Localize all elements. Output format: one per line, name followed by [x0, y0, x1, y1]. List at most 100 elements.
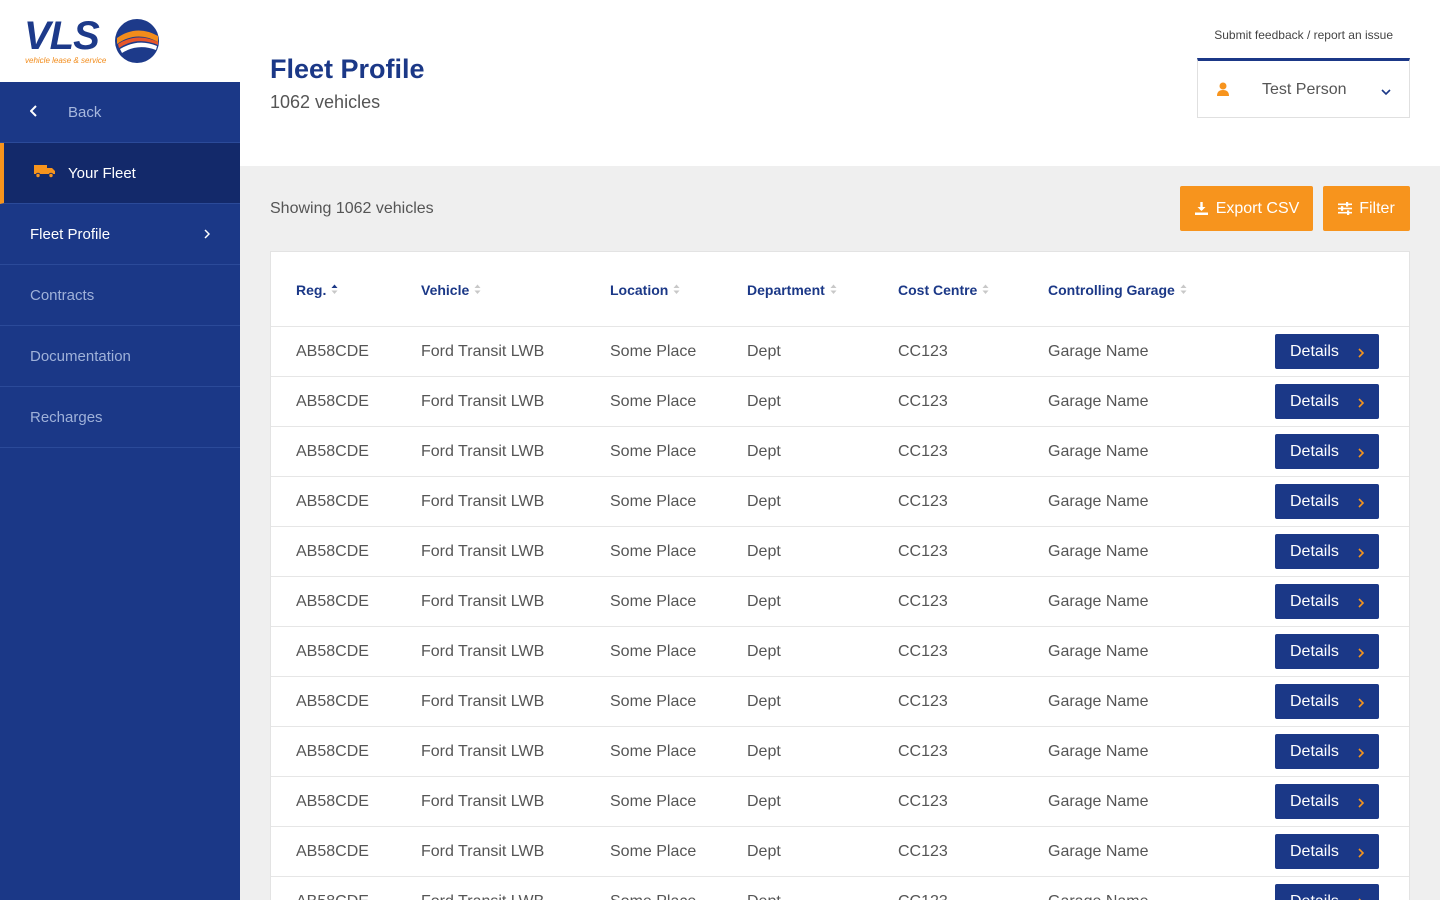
details-label: Details: [1290, 792, 1339, 810]
cell-cost-centre: CC123: [898, 493, 948, 510]
details-button[interactable]: Details: [1275, 484, 1379, 519]
sidebar-item-back[interactable]: Back: [0, 82, 240, 143]
details-button[interactable]: Details: [1275, 684, 1379, 719]
cell-controlling-garage: Garage Name: [1048, 443, 1149, 460]
cell-cost-centre: CC123: [898, 693, 948, 710]
user-menu[interactable]: Test Person: [1197, 58, 1410, 118]
vehicle-count: 1062 vehicles: [270, 92, 381, 112]
cell-department: Dept: [747, 793, 781, 810]
sort-icon: [474, 282, 481, 298]
column-header-controlling-garage[interactable]: Controlling Garage: [1048, 282, 1187, 298]
table-row: AB58CDE Ford Transit LWB Some Place Dept CC1…: [271, 727, 1409, 777]
details-button[interactable]: Details: [1275, 734, 1379, 769]
sidebar-item-label: Fleet Profile: [30, 225, 111, 243]
table-row: AB58CDE Ford Transit LWB Some Place Dept CC1…: [271, 827, 1409, 877]
cell-location: Some Place: [610, 643, 697, 660]
details-button[interactable]: Details: [1275, 834, 1379, 869]
details-label: Details: [1290, 542, 1339, 560]
sidebar-item-documentation[interactable]: Documentation: [0, 326, 240, 387]
column-header-vehicle[interactable]: Vehicle: [421, 282, 481, 298]
cell-reg: AB58CDE: [296, 743, 369, 760]
sidebar: VLS vehicle lease & service Back Your Fl…: [0, 0, 240, 900]
cell-vehicle: Ford Transit LWB: [421, 793, 545, 810]
cell-department: Dept: [747, 543, 781, 560]
details-button[interactable]: Details: [1275, 634, 1379, 669]
export-csv-button[interactable]: Export CSV: [1180, 186, 1313, 231]
details-button[interactable]: Details: [1275, 584, 1379, 619]
details-button[interactable]: Details: [1275, 784, 1379, 819]
chevron-right-icon: [1358, 495, 1365, 513]
filter-button[interactable]: Filter: [1323, 186, 1410, 231]
cell-location: Some Place: [610, 843, 697, 860]
chevron-down-icon: [1381, 83, 1391, 101]
table-row: AB58CDE Ford Transit LWB Some Place Dept CC1…: [271, 427, 1409, 477]
cell-controlling-garage: Garage Name: [1048, 693, 1149, 710]
details-label: Details: [1290, 893, 1339, 900]
cell-reg: AB58CDE: [296, 493, 369, 510]
cell-vehicle: Ford Transit LWB: [421, 343, 545, 360]
chevron-right-icon: [1358, 595, 1365, 613]
column-header-label: Location: [610, 282, 669, 298]
chevron-right-icon: [1358, 895, 1364, 900]
cell-cost-centre: CC123: [898, 893, 948, 900]
table-row: AB58CDE Ford Transit LWB Some Place Dept CC1…: [271, 877, 1409, 900]
cell-reg: AB58CDE: [296, 393, 369, 410]
table-row: AB58CDE Ford Transit LWB Some Place Dept CC1…: [271, 577, 1409, 627]
details-button[interactable]: Details: [1275, 434, 1379, 469]
chevron-right-icon: [1358, 395, 1365, 413]
user-icon: [1217, 82, 1229, 101]
cell-controlling-garage: Garage Name: [1048, 543, 1149, 560]
cell-controlling-garage: Garage Name: [1048, 843, 1149, 860]
feedback-link[interactable]: Submit feedback / report an issue: [1214, 28, 1393, 42]
table-row: AB58CDE Ford Transit LWB Some Place Dept CC1…: [271, 527, 1409, 577]
sidebar-item-your-fleet[interactable]: Your Fleet: [0, 143, 240, 204]
cell-controlling-garage: Garage Name: [1048, 643, 1149, 660]
user-name: Test Person: [1262, 81, 1347, 98]
main-content: Showing 1062 vehicles Export CSV Filter …: [240, 166, 1440, 900]
cell-vehicle: Ford Transit LWB: [421, 493, 545, 510]
sidebar-item-fleet-profile[interactable]: Fleet Profile: [0, 204, 240, 265]
details-label: Details: [1290, 442, 1339, 460]
cell-reg: AB58CDE: [296, 593, 369, 610]
cell-cost-centre: CC123: [898, 743, 948, 760]
cell-cost-centre: CC123: [898, 593, 948, 610]
details-button[interactable]: Details: [1275, 334, 1379, 369]
table-row: AB58CDE Ford Transit LWB Some Place Dept CC1…: [271, 777, 1409, 827]
sidebar-item-recharges[interactable]: Recharges: [0, 387, 240, 448]
cell-department: Dept: [747, 443, 781, 460]
cell-controlling-garage: Garage Name: [1048, 393, 1149, 410]
details-button[interactable]: Details: [1275, 884, 1379, 900]
export-csv-label: Export CSV: [1215, 199, 1300, 217]
column-header-cost-centre[interactable]: Cost Centre: [898, 282, 989, 298]
column-header-label: Reg.: [296, 282, 327, 298]
details-button[interactable]: Details: [1275, 384, 1379, 419]
details-button[interactable]: Details: [1275, 534, 1379, 569]
sort-icon: [1180, 282, 1187, 298]
cell-location: Some Place: [610, 443, 697, 460]
cell-location: Some Place: [610, 543, 697, 560]
logo-swoosh-icon: [115, 19, 159, 63]
chevron-right-icon: [1358, 545, 1365, 563]
page-title: Fleet Profile: [270, 54, 425, 84]
details-label: Details: [1290, 592, 1339, 610]
filter-label: Filter: [1359, 199, 1395, 217]
sidebar-nav: Back Your Fleet Fleet Profile Contracts: [0, 82, 240, 900]
cell-cost-centre: CC123: [898, 443, 948, 460]
column-header-department[interactable]: Department: [747, 282, 837, 298]
table-body: AB58CDE Ford Transit LWB Some Place Dept CC1…: [271, 327, 1409, 900]
cell-vehicle: Ford Transit LWB: [421, 393, 545, 410]
sidebar-item-contracts[interactable]: Contracts: [0, 265, 240, 326]
sidebar-item-label: Recharges: [30, 408, 103, 426]
chevron-left-icon: [29, 104, 42, 120]
column-header-location[interactable]: Location: [610, 282, 680, 298]
cell-location: Some Place: [610, 793, 697, 810]
cell-reg: AB58CDE: [296, 693, 369, 710]
cell-vehicle: Ford Transit LWB: [421, 893, 544, 900]
column-header-reg[interactable]: Reg.: [296, 282, 338, 298]
sort-icon: [331, 282, 338, 298]
showing-count: Showing 1062 vehicles: [270, 200, 434, 217]
logo[interactable]: VLS vehicle lease & service: [0, 0, 240, 82]
cell-department: Dept: [747, 343, 781, 360]
cell-vehicle: Ford Transit LWB: [421, 643, 545, 660]
cell-vehicle: Ford Transit LWB: [421, 743, 545, 760]
